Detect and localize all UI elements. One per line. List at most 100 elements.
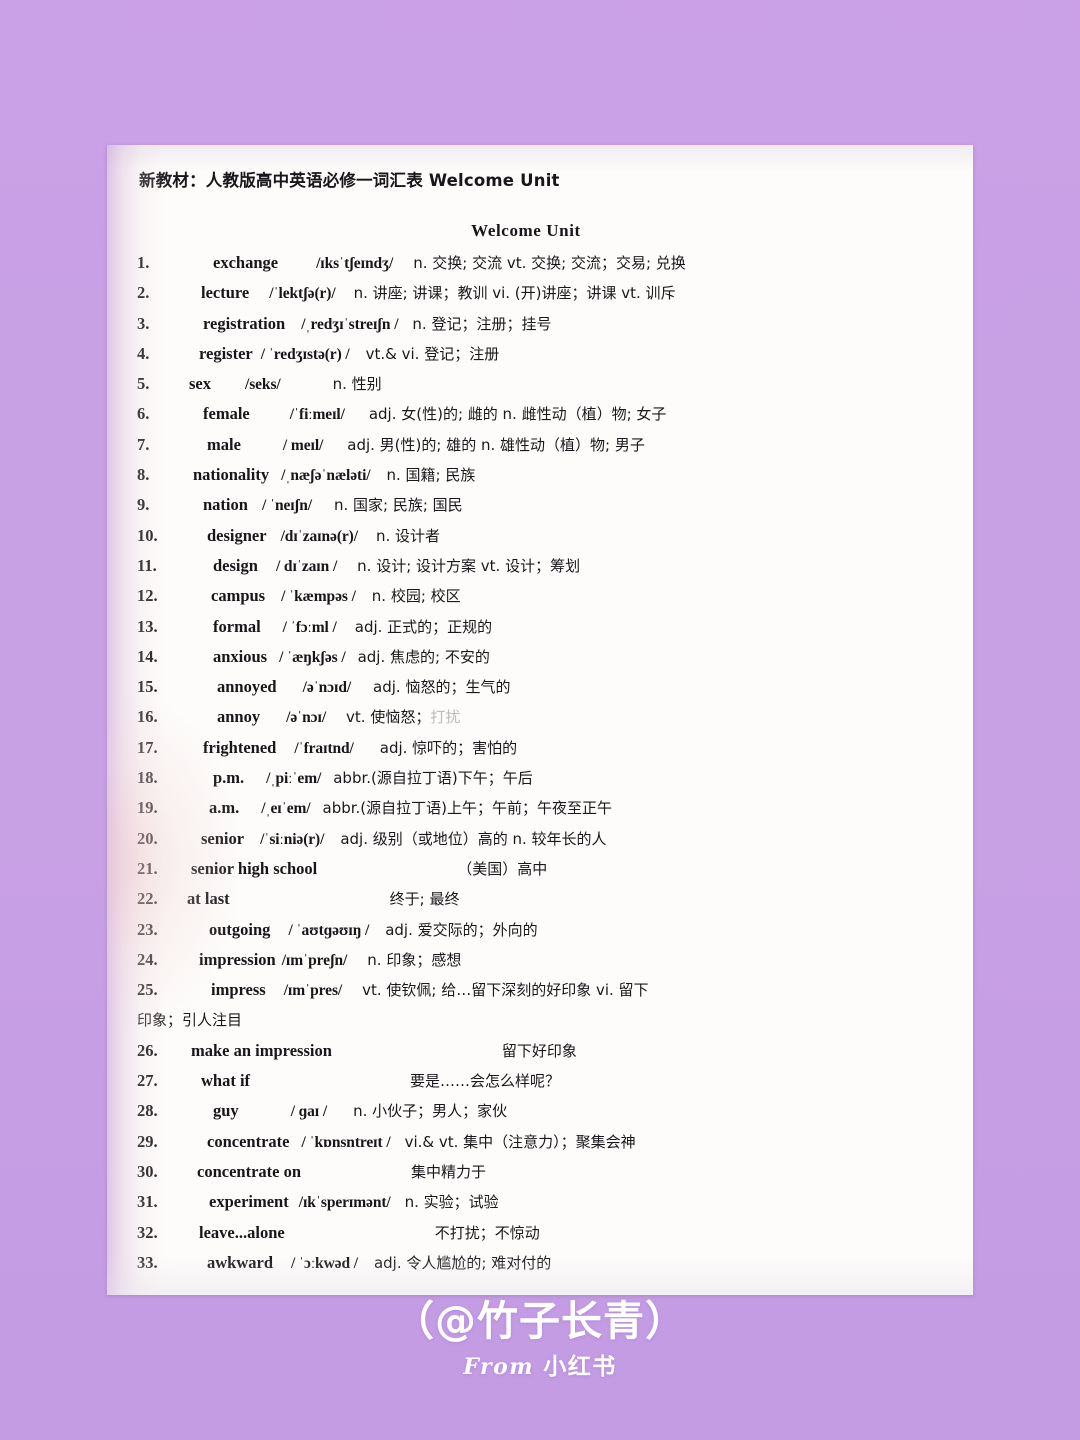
entry-number: 13. bbox=[137, 616, 158, 636]
vocabulary-entry: 31. experiment/ɪkˈsperɪmənt/n. 实验；试验 bbox=[137, 1191, 955, 1221]
unit-heading: Welcome Unit bbox=[471, 221, 581, 240]
entry-definition: （美国）高中 bbox=[457, 859, 548, 878]
entry-number: 4. bbox=[137, 343, 150, 363]
entry-definition: 不打扰；不惊动 bbox=[434, 1223, 540, 1242]
entry-number: 27. bbox=[137, 1071, 158, 1091]
entry-term: concentrate bbox=[207, 1131, 290, 1151]
entry-definition: n. 性别 bbox=[332, 375, 382, 394]
vocabulary-entry: 2. lecture/ˈlektʃə(r)/ n. 讲座; 讲课；教训 vi. (开… bbox=[137, 282, 955, 312]
vocabulary-entry: 28. guy / ɡaɪ / n. 小伙子；男人；家伙 bbox=[137, 1100, 955, 1130]
entry-term: concentrate on bbox=[197, 1161, 302, 1181]
vocabulary-entry: 9. nation / ˈneɪʃn/n. 国家; 民族; 国民 bbox=[137, 494, 955, 524]
document-header-title: 新教材：人教版高中英语必修一词汇表 Welcome Unit bbox=[139, 171, 560, 190]
scanned-document-sheet: 新教材：人教版高中英语必修一词汇表 Welcome Unit Welcome U… bbox=[107, 145, 973, 1295]
entry-number: 1. bbox=[137, 253, 150, 272]
vocabulary-entry: 10. designer/dɪˈzaɪnə(r)/ n. 设计者 bbox=[137, 525, 955, 555]
entry-definition: n. 印象；感想 bbox=[367, 950, 462, 969]
entry-number: 21. bbox=[137, 858, 158, 878]
vocabulary-entry: 25. impress/ɪmˈpres/vt. 使钦佩; 给…留下深刻的好印象 v… bbox=[137, 979, 955, 1009]
entry-phonetic: /ɪmˈpres/ bbox=[283, 982, 343, 1000]
entry-number: 8. bbox=[137, 465, 150, 485]
entry-phonetic: /ˌredʒɪˈstreɪʃn / bbox=[301, 315, 399, 333]
entry-definition: n. 小伙子；男人；家伙 bbox=[353, 1102, 508, 1121]
entry-number: 30. bbox=[137, 1161, 158, 1181]
entry-definition: 终于; 最终 bbox=[389, 890, 460, 909]
entry-term: lecture bbox=[201, 283, 250, 303]
entry-phonetic: /seks/ bbox=[245, 376, 281, 394]
entry-phonetic: /dɪˈzaɪnə(r)/ bbox=[280, 527, 358, 545]
entry-number: 2. bbox=[137, 283, 150, 303]
entry-term: experiment bbox=[209, 1192, 289, 1212]
watermark-source: From 小红书 bbox=[0, 1347, 1080, 1381]
entry-term: impress bbox=[211, 980, 266, 1000]
entry-number: 24. bbox=[137, 949, 158, 969]
entry-definition: abbr.(源自拉丁语)下午；午后 bbox=[333, 769, 533, 788]
entry-phonetic: / ˈkɒnsntreɪt / bbox=[301, 1133, 391, 1151]
entry-phonetic: /ɪmˈpreʃn/ bbox=[281, 951, 348, 969]
entry-definition: 集中精力于 bbox=[411, 1162, 487, 1181]
entry-number: 18. bbox=[137, 768, 158, 788]
entry-number: 32. bbox=[137, 1222, 158, 1242]
vocabulary-entry: 1. exchange/ɪksˈtʃeɪndʒ/n. 交换; 交流 vt. 交换;… bbox=[137, 252, 955, 282]
vocabulary-entry: 32. leave...alone 不打扰；不惊动 bbox=[137, 1222, 955, 1252]
entry-phonetic: /əˈnɔɪ/ bbox=[286, 709, 327, 727]
entry-number: 14. bbox=[137, 646, 158, 666]
entry-term: guy bbox=[213, 1101, 239, 1121]
entry-phonetic: / ˈneɪʃn/ bbox=[261, 497, 312, 515]
watermark: （@竹子长青） From 小红书 bbox=[0, 1299, 1080, 1381]
vocabulary-entry: 8. nationality/ˌnæʃəˈnæləti/n. 国籍; 民族 bbox=[137, 464, 955, 494]
entry-number: 23. bbox=[137, 919, 158, 939]
vocabulary-entry: 3. registration/ˌredʒɪˈstreɪʃn / n. 登记；注册；… bbox=[137, 313, 955, 343]
vocabulary-entry: 24. impression/ɪmˈpreʃn/n. 印象；感想 bbox=[137, 949, 955, 979]
vocabulary-entry: 26. make an impression 留下好印象 bbox=[137, 1040, 955, 1070]
entry-phonetic: /əˈnɔɪd/ bbox=[302, 679, 352, 697]
vocabulary-entry: 33. awkward / ˈɔːkwəd / adj. 令人尴尬的; 难对付的 bbox=[137, 1252, 955, 1282]
entry-phonetic: / ˈfɔːml / bbox=[282, 618, 337, 636]
vocabulary-entry: 15. annoyed/əˈnɔɪd/adj. 恼怒的；生气的 bbox=[137, 676, 955, 706]
entry-term: designer bbox=[207, 525, 267, 545]
entry-definition: n. 设计; 设计方案 vt. 设计；筹划 bbox=[357, 556, 581, 575]
vocabulary-entry: 20. senior/ˈsiːniə(r)/ adj. 级别（或地位）高的 n. 较… bbox=[137, 828, 955, 858]
entry-definition: n. 登记；注册；挂号 bbox=[412, 314, 552, 333]
vocabulary-entry: 23. outgoing / ˈaʊtɡəʊɪŋ / adj. 爱交际的；外向的 bbox=[137, 919, 955, 949]
entry-term: nationality bbox=[193, 465, 270, 485]
entry-definition: n. 国籍; 民族 bbox=[386, 466, 476, 485]
entry-term: frightened bbox=[203, 737, 277, 757]
vocabulary-entry: 29. concentrate / ˈkɒnsntreɪt / vi.& vt. 集中… bbox=[137, 1131, 955, 1161]
entry-term: registration bbox=[203, 313, 286, 333]
entry-phonetic: /ˌpiːˈem/ bbox=[266, 770, 322, 788]
entry-term: male bbox=[207, 434, 241, 454]
vocabulary-entry: 14. anxious / ˈæŋkʃəs / adj. 焦虑的; 不安的 bbox=[137, 646, 955, 676]
entry-phonetic: / meɪl/ bbox=[282, 436, 324, 454]
entry-definition: adj. 女(性)的; 雌的 n. 雌性动（植）物; 女子 bbox=[368, 405, 667, 424]
vocabulary-entry: 18. p.m. /ˌpiːˈem/abbr.(源自拉丁语)下午；午后 bbox=[137, 767, 955, 797]
entry-number: 33. bbox=[137, 1252, 158, 1272]
entry-term: what if bbox=[201, 1071, 251, 1091]
vocabulary-entry: 22. at last 终于; 最终 bbox=[137, 888, 955, 918]
entry-term: a.m. bbox=[209, 798, 240, 818]
entry-definition: n. 设计者 bbox=[375, 526, 440, 545]
entry-definition: n. 实验；试验 bbox=[404, 1193, 499, 1212]
entry-term: anxious bbox=[213, 646, 268, 666]
entry-definition: vt. 使钦佩; 给…留下深刻的好印象 vi. 留下 bbox=[362, 981, 649, 1000]
entry-term: annoyed bbox=[217, 677, 277, 697]
entry-number: 3. bbox=[137, 313, 150, 333]
entry-definition: adj. 惊吓的；害怕的 bbox=[379, 738, 518, 757]
vocabulary-entry: 12. campus / ˈkæmpəs / n. 校园; 校区 bbox=[137, 585, 955, 615]
entry-number: 28. bbox=[137, 1101, 158, 1121]
entry-definition-continuation: 印象；引人注目 bbox=[137, 1011, 243, 1030]
entry-definition: adj. 男(性)的; 雄的 n. 雄性动（植）物; 男子 bbox=[347, 435, 645, 454]
entry-definition: adj. 恼怒的；生气的 bbox=[373, 678, 511, 697]
entry-number: 7. bbox=[137, 434, 150, 454]
entry-definition: 留下好印象 bbox=[501, 1041, 577, 1060]
entry-term: awkward bbox=[207, 1252, 274, 1272]
entry-phonetic: /ˌeɪˈem/ bbox=[261, 800, 311, 818]
entry-phonetic: / ˈkæmpəs / bbox=[281, 588, 356, 606]
entry-term: leave...alone bbox=[199, 1222, 285, 1242]
entry-term: p.m. bbox=[213, 768, 245, 788]
entry-number: 25. bbox=[137, 980, 158, 1000]
vocabulary-entry: 17. frightened/ˈfraɪtnd/adj. 惊吓的；害怕的 bbox=[137, 737, 955, 767]
entry-number: 12. bbox=[137, 586, 158, 606]
entry-number: 31. bbox=[137, 1192, 158, 1212]
entry-term: register bbox=[199, 343, 253, 363]
